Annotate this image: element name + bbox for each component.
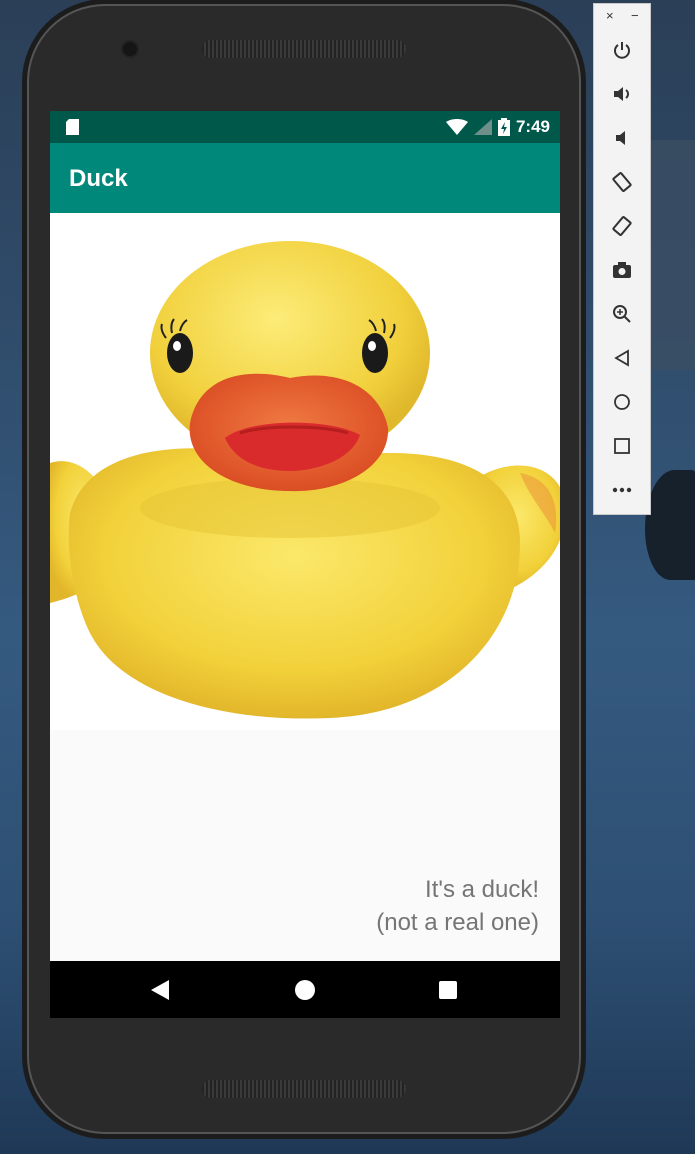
app-title: Duck [69, 165, 128, 192]
caption-line-1: It's a duck! [425, 876, 539, 903]
wifi-icon [445, 119, 468, 135]
rotate-right-icon [612, 216, 632, 236]
toolbar-home-button[interactable] [594, 387, 650, 417]
back-icon [614, 349, 629, 367]
phone-screen: 7:49 Duck It's a duck! (not a real one) [50, 111, 560, 1018]
screenshot-button[interactable] [594, 255, 650, 285]
back-icon [151, 979, 169, 1000]
emulator-toolbar: × − [593, 3, 651, 515]
minimize-icon[interactable]: − [631, 8, 639, 23]
nav-recents-button[interactable] [418, 961, 478, 1018]
home-icon [295, 979, 315, 1000]
overview-icon [614, 438, 630, 454]
status-bar: 7:49 [50, 111, 560, 143]
toolbar-overview-button[interactable] [594, 431, 650, 461]
zoom-button[interactable] [594, 299, 650, 329]
volume-down-icon [616, 131, 625, 145]
front-camera [123, 42, 137, 56]
nav-home-button[interactable] [275, 961, 335, 1018]
toolbar-back-button[interactable] [594, 343, 650, 373]
top-speaker [202, 40, 406, 58]
rubber-duck-picture [50, 241, 560, 719]
sd-card-icon [66, 119, 79, 135]
navigation-bar [50, 961, 560, 1018]
zoom-icon [613, 305, 631, 323]
rock [645, 470, 695, 580]
power-icon [614, 42, 630, 59]
more-icon [612, 487, 632, 493]
rotate-left-button[interactable] [594, 167, 650, 197]
app-bar: Duck [50, 143, 560, 213]
rotate-left-icon [612, 172, 632, 192]
power-button[interactable] [594, 35, 650, 65]
nav-back-button[interactable] [130, 961, 190, 1018]
battery-charging-icon [497, 118, 510, 136]
close-icon[interactable]: × [606, 8, 614, 23]
status-right: 7:49 [445, 117, 550, 137]
clock: 7:49 [515, 117, 550, 136]
home-icon [614, 394, 630, 410]
caption-line-2: (not a real one) [376, 909, 539, 936]
caption: It's a duck! (not a real one) [376, 873, 539, 939]
phone-frame: 7:49 Duck It's a duck! (not a real one) [27, 4, 581, 1134]
camera-icon [613, 262, 631, 278]
cell-signal-icon [473, 119, 492, 135]
recents-icon [439, 980, 457, 999]
rotate-right-button[interactable] [594, 211, 650, 241]
duck-image [50, 213, 560, 730]
bottom-speaker [202, 1080, 406, 1098]
volume-up-button[interactable] [594, 79, 650, 109]
volume-up-icon [614, 87, 629, 101]
more-button[interactable] [594, 475, 650, 505]
volume-down-button[interactable] [594, 123, 650, 153]
